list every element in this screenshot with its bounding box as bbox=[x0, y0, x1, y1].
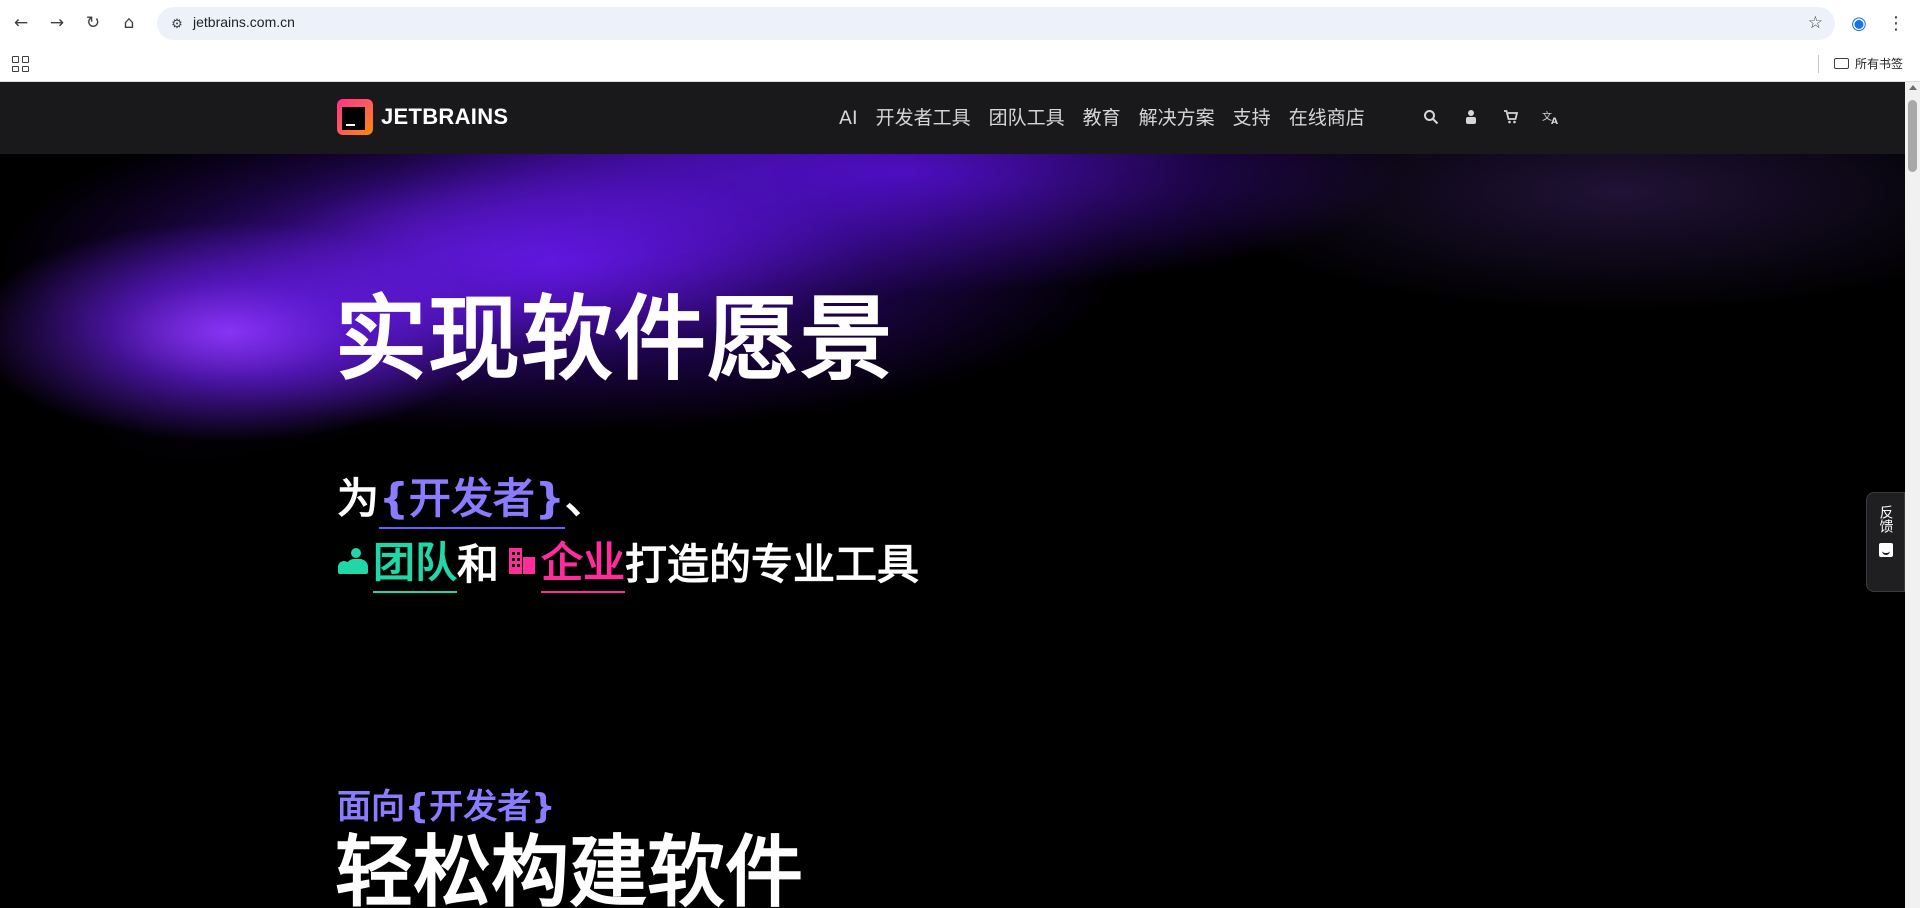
hero-comma: 、 bbox=[564, 474, 607, 523]
back-icon[interactable]: ← bbox=[8, 10, 34, 36]
team-icon bbox=[337, 546, 369, 576]
scroll-thumb[interactable] bbox=[1908, 100, 1917, 172]
main-nav: AI 开发者工具 团队工具 教育 解决方案 支持 在线商店 bbox=[830, 104, 1374, 132]
logo-text: JETBRAINS bbox=[381, 104, 509, 129]
home-icon[interactable]: ⌂ bbox=[116, 10, 142, 36]
browser-toolbar: ← → ↻ ⌂ ⚙ jetbrains.com.cn ☆ ◉ ⋮ bbox=[0, 0, 1920, 46]
site-info-icon[interactable]: ⚙ bbox=[167, 14, 187, 34]
nav-item-solutions[interactable]: 解决方案 bbox=[1130, 104, 1224, 132]
feedback-button[interactable]: 反馈 bbox=[1866, 492, 1905, 592]
menu-icon[interactable]: ⋮ bbox=[1884, 11, 1908, 35]
feedback-label: 反馈 bbox=[1877, 505, 1894, 533]
reload-icon[interactable]: ↻ bbox=[80, 10, 106, 36]
nav-item-support[interactable]: 支持 bbox=[1224, 104, 1280, 132]
folder-icon bbox=[1834, 58, 1849, 69]
hero-title: 实现软件愿景 bbox=[335, 286, 894, 393]
site-header: JETBRAINS AI 开发者工具 团队工具 教育 解决方案 支持 在线商店 … bbox=[0, 82, 1905, 154]
nav-item-ai[interactable]: AI bbox=[830, 104, 867, 132]
jetbrains-logo-icon bbox=[337, 99, 373, 135]
scroll-up-icon[interactable] bbox=[1909, 85, 1917, 90]
page: JETBRAINS AI 开发者工具 团队工具 教育 解决方案 支持 在线商店 … bbox=[0, 82, 1905, 908]
profile-icon[interactable]: ◉ bbox=[1847, 11, 1871, 35]
hero-suffix: 打造的专业工具 bbox=[625, 539, 920, 589]
bookmarks-separator bbox=[1818, 55, 1819, 73]
bookmark-star-icon[interactable]: ☆ bbox=[1808, 13, 1823, 33]
nav-item-developer-tools[interactable]: 开发者工具 bbox=[867, 104, 980, 132]
section-title: 轻松构建软件 bbox=[335, 828, 804, 908]
developers-link[interactable]: {开发者} bbox=[379, 465, 565, 529]
all-bookmarks-button[interactable]: 所有书签 bbox=[1834, 55, 1903, 72]
feedback-smile-icon bbox=[1878, 543, 1893, 557]
page-scrollbar[interactable] bbox=[1905, 82, 1920, 908]
forward-icon[interactable]: → bbox=[44, 10, 70, 36]
user-icon[interactable] bbox=[1460, 106, 1482, 128]
header-actions: 文A bbox=[1420, 106, 1562, 128]
jetbrains-logo[interactable]: JETBRAINS bbox=[337, 99, 508, 135]
hero-subtitle-line2: 团队 和 企业 打造的专业工具 bbox=[337, 529, 919, 593]
address-bar[interactable]: ⚙ jetbrains.com.cn ☆ bbox=[157, 7, 1835, 40]
nav-item-team-tools[interactable]: 团队工具 bbox=[980, 104, 1074, 132]
nav-item-education[interactable]: 教育 bbox=[1074, 104, 1130, 132]
cart-icon[interactable] bbox=[1500, 106, 1522, 128]
svg-text:A: A bbox=[1551, 117, 1558, 125]
nav-item-store[interactable]: 在线商店 bbox=[1280, 104, 1374, 132]
language-icon[interactable]: 文A bbox=[1540, 106, 1562, 128]
section-kicker: 面向{开发者} bbox=[337, 787, 556, 827]
enterprise-link[interactable]: 企业 bbox=[541, 529, 626, 593]
hero-subtitle-line1: 为 {开发者} 、 bbox=[337, 465, 607, 529]
search-icon[interactable] bbox=[1420, 106, 1442, 128]
hero-prefix: 为 bbox=[337, 474, 380, 523]
url-text[interactable]: jetbrains.com.cn bbox=[193, 14, 295, 30]
hero-and: 和 bbox=[457, 539, 500, 589]
apps-icon[interactable] bbox=[10, 54, 30, 74]
bookmarks-bar: 所有书签 bbox=[0, 46, 1920, 82]
all-bookmarks-label: 所有书签 bbox=[1855, 57, 1904, 71]
enterprise-icon bbox=[507, 546, 537, 576]
teams-link[interactable]: 团队 bbox=[373, 529, 458, 593]
